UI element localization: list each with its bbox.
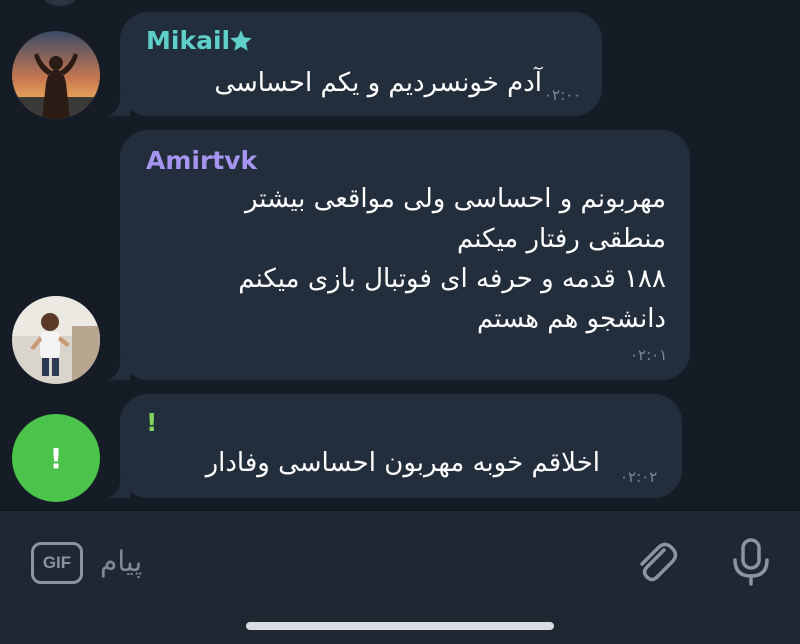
message-time: ۰۲:۰۱ — [630, 346, 668, 364]
message-text: آدم خونسردیم و یکم احساسی — [214, 68, 542, 98]
message-text: اخلاقم خوبه مهربون احساسی وفادار — [205, 448, 600, 478]
message-bubble[interactable]: Mikail آدم خونسردیم و یکم احساسی ۰۲:۰۰ — [120, 12, 602, 116]
microphone-icon[interactable] — [728, 536, 774, 592]
avatar-photo-icon — [12, 31, 100, 119]
message-bubble[interactable]: ! اخلاقم خوبه مهربون احساسی وفادار ۰۲:۰۲ — [120, 394, 682, 498]
sender-name[interactable]: ! — [146, 408, 157, 437]
home-indicator[interactable] — [246, 622, 554, 630]
sender-name[interactable]: Mikail — [146, 26, 230, 55]
message-line-2: منطقی رفتار میکنم — [456, 224, 666, 254]
message-line-4: دانشجو هم هستم — [476, 304, 666, 334]
avatar-initial: ! — [49, 441, 63, 475]
message-time: ۰۲:۰۲ — [620, 468, 658, 486]
avatar-mikail[interactable] — [12, 31, 100, 119]
avatar-photo-icon — [12, 296, 100, 384]
chat-history[interactable]: Mikail آدم خونسردیم و یکم احساسی ۰۲:۰۰ A… — [0, 0, 800, 510]
composer-divider — [0, 510, 800, 511]
message-bubble[interactable]: Amirtvk مهربونم و احساسی ولی مواقعی بیشت… — [120, 130, 690, 380]
avatar-amirtvk[interactable] — [12, 296, 100, 384]
avatar-letter[interactable]: ! — [12, 414, 100, 502]
message-line-1: مهربونم و احساسی ولی مواقعی بیشتر — [244, 184, 666, 214]
star-icon — [228, 28, 254, 58]
message-time: ۰۲:۰۰ — [544, 86, 582, 104]
attach-icon[interactable] — [630, 536, 682, 592]
partial-avatar — [30, 0, 90, 6]
message-line-3: ۱۸۸ قدمه و حرفه ای فوتبال بازی میکنم — [238, 264, 666, 294]
sender-name[interactable]: Amirtvk — [146, 146, 257, 175]
message-input[interactable]: پیام — [100, 540, 142, 584]
gif-button[interactable]: GIF — [31, 542, 83, 584]
